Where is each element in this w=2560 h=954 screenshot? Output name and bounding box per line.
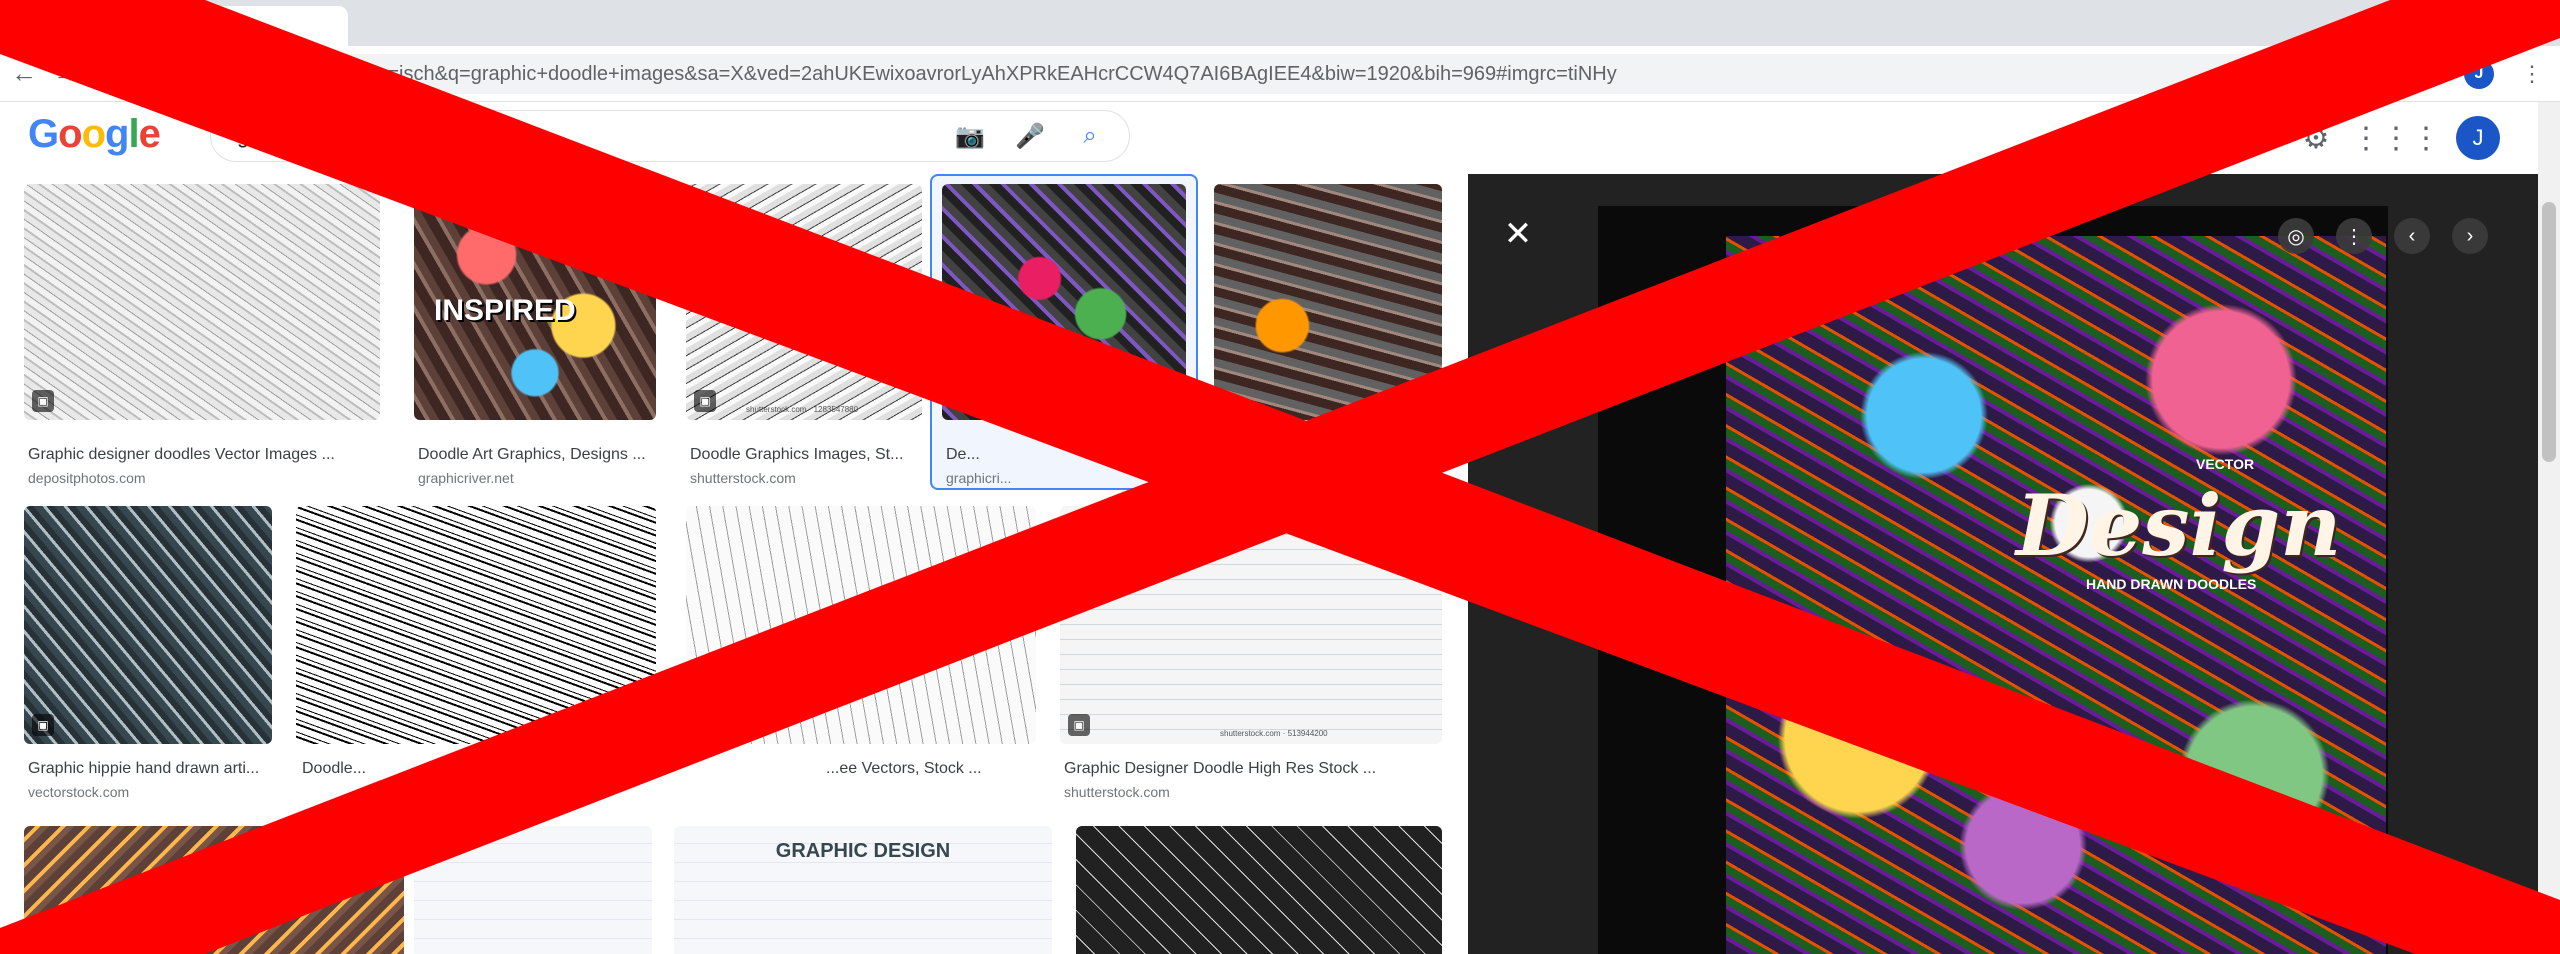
browser-menu-icon[interactable]: ⋮ bbox=[2514, 56, 2550, 92]
logo-letter: G bbox=[28, 112, 59, 156]
search-input[interactable]: graph 📷 🎤 ⌕ bbox=[210, 110, 1130, 162]
preview-controls: ◎ ⋮ ‹ › bbox=[2278, 218, 2488, 254]
close-icon[interactable]: ✕ bbox=[1498, 214, 1538, 254]
result-thumbnail[interactable]: ▣ bbox=[24, 506, 272, 744]
result-title[interactable]: Graphic designer doodles Vector Images .… bbox=[28, 446, 384, 464]
extensions-icon[interactable]: ✱ bbox=[2408, 56, 2444, 92]
thumb-inspired-text: INSPIRED bbox=[434, 294, 576, 327]
preview-vector-label: VECTOR bbox=[2196, 456, 2255, 472]
preview-image-frame: VECTOR Design HAND DRAWN DOODLES bbox=[1598, 206, 2388, 954]
result-title[interactable]: Graphic hippie hand drawn arti... bbox=[28, 760, 276, 778]
logo-letter: o bbox=[58, 112, 82, 156]
image-badge-icon: ▣ bbox=[32, 390, 54, 412]
result-title[interactable]: Doodle Art Graphics, Designs ... bbox=[418, 446, 660, 464]
back-icon[interactable]: ← bbox=[6, 56, 42, 92]
header-right: ⚙ ⋮⋮⋮ J bbox=[2296, 116, 2500, 160]
result-thumbnail[interactable]: ▣ bbox=[24, 184, 380, 420]
result-source: shutterstock.com bbox=[1064, 784, 1170, 800]
logo-letter: e bbox=[138, 112, 161, 156]
result-thumbnail[interactable] bbox=[1214, 184, 1442, 420]
forward-icon[interactable]: → bbox=[48, 56, 84, 92]
image-badge-icon: ▣ bbox=[1068, 714, 1090, 736]
browser-toolbar: ← → ↻ ...96&source=univ&tbm=isch&q=graph… bbox=[0, 46, 2560, 102]
result-thumbnail[interactable] bbox=[942, 184, 1186, 420]
result-thumbnail[interactable]: INSPIRED bbox=[414, 184, 656, 420]
url-text: ...96&source=univ&tbm=isch&q=graphic+doo… bbox=[180, 62, 1617, 85]
result-thumbnail[interactable]: shutterstock.com · 513944200 ▣ bbox=[1060, 506, 1442, 744]
thumb-watermark: shutterstock.com · 1283547880 bbox=[746, 405, 859, 414]
reload-icon[interactable]: ↻ bbox=[90, 56, 126, 92]
search-icons: 📷 🎤 ⌕ bbox=[955, 121, 1105, 151]
screenshot-root: G ✕ ← → ↻ ...96&source=univ&tbm=isch&q=g… bbox=[0, 0, 2560, 954]
google-header: Google graph 📷 🎤 ⌕ ⚙ ⋮⋮⋮ J bbox=[0, 102, 2560, 174]
result-source: shutterstock.com bbox=[690, 470, 796, 486]
result-thumbnail[interactable] bbox=[24, 826, 404, 954]
result-thumbnail[interactable]: GRAPHIC DESIGN bbox=[674, 826, 1052, 954]
account-avatar[interactable]: J bbox=[2456, 116, 2500, 160]
result-title[interactable]: Doodle Graphics Images, St... bbox=[690, 446, 926, 464]
search-icon[interactable]: ⌕ bbox=[1075, 121, 1105, 151]
browser-tab[interactable]: G bbox=[8, 6, 348, 46]
more-options-icon[interactable]: ⋮ bbox=[2336, 218, 2372, 254]
search-query-text: graph bbox=[237, 123, 294, 148]
profile-avatar[interactable]: J bbox=[2464, 59, 2494, 89]
result-title[interactable]: Doodle... bbox=[302, 760, 502, 778]
scrollbar-thumb[interactable] bbox=[2542, 202, 2556, 462]
google-favicon-icon: G bbox=[22, 14, 38, 37]
google-logo[interactable]: Google bbox=[28, 112, 161, 157]
logo-letter: l bbox=[128, 112, 139, 156]
logo-letter: g bbox=[105, 112, 129, 156]
image-results-grid: ▣ Graphic designer doodles Vector Images… bbox=[0, 174, 1468, 954]
result-source: depositphotos.com bbox=[28, 470, 146, 486]
preview-hand-drawn-label: HAND DRAWN DOODLES bbox=[2086, 576, 2257, 592]
settings-gear-icon[interactable]: ⚙ bbox=[2296, 118, 2336, 158]
result-thumbnail[interactable] bbox=[414, 826, 652, 954]
result-title[interactable]: ...ee Vectors, Stock ... bbox=[826, 760, 1036, 778]
apps-grid-icon[interactable]: ⋮⋮⋮ bbox=[2351, 118, 2441, 158]
window-close-icon[interactable]: ✕ bbox=[2524, 6, 2546, 37]
toolbar-right: ☆ ✱ J ⋮ bbox=[2352, 56, 2550, 92]
image-badge-icon: ▣ bbox=[32, 714, 54, 736]
lens-icon[interactable]: ◎ bbox=[2278, 218, 2314, 254]
result-title[interactable]: Graphic Designer Doodle High Res Stock .… bbox=[1064, 760, 1446, 778]
previous-image-icon[interactable]: ‹ bbox=[2394, 218, 2430, 254]
result-thumbnail[interactable]: shutterstock.com · 1283547880 ▣ bbox=[686, 184, 922, 420]
page-scrollbar[interactable] bbox=[2538, 102, 2560, 954]
microphone-icon[interactable]: 🎤 bbox=[1015, 121, 1045, 151]
thumb-watermark: shutterstock.com · 513944200 bbox=[1220, 729, 1328, 738]
preview-design-word: Design bbox=[2016, 476, 2342, 575]
result-thumbnail[interactable] bbox=[296, 506, 656, 744]
thumb-graphic-design-text: GRAPHIC DESIGN bbox=[775, 840, 951, 862]
result-source: graphicriver.net bbox=[418, 470, 514, 486]
image-badge-icon: ▣ bbox=[694, 390, 716, 412]
image-preview-panel: ✕ VECTOR Design HAND DRAWN DOODLES ◎ ⋮ ‹… bbox=[1468, 174, 2538, 954]
address-bar[interactable]: ...96&source=univ&tbm=isch&q=graphic+doo… bbox=[160, 54, 2360, 94]
preview-image[interactable]: VECTOR Design HAND DRAWN DOODLES bbox=[1726, 236, 2386, 954]
result-title[interactable]: De... bbox=[946, 446, 1190, 464]
browser-tabstrip: G ✕ bbox=[0, 0, 2560, 46]
result-source: graphicri... bbox=[946, 470, 1012, 486]
logo-letter: o bbox=[81, 112, 106, 156]
result-thumbnail[interactable] bbox=[1076, 826, 1442, 954]
camera-icon[interactable]: 📷 bbox=[955, 121, 985, 151]
next-image-icon[interactable]: › bbox=[2452, 218, 2488, 254]
result-source: vectorstock.com bbox=[28, 784, 130, 800]
bookmark-star-icon[interactable]: ☆ bbox=[2352, 56, 2388, 92]
result-thumbnail[interactable] bbox=[686, 506, 1036, 744]
